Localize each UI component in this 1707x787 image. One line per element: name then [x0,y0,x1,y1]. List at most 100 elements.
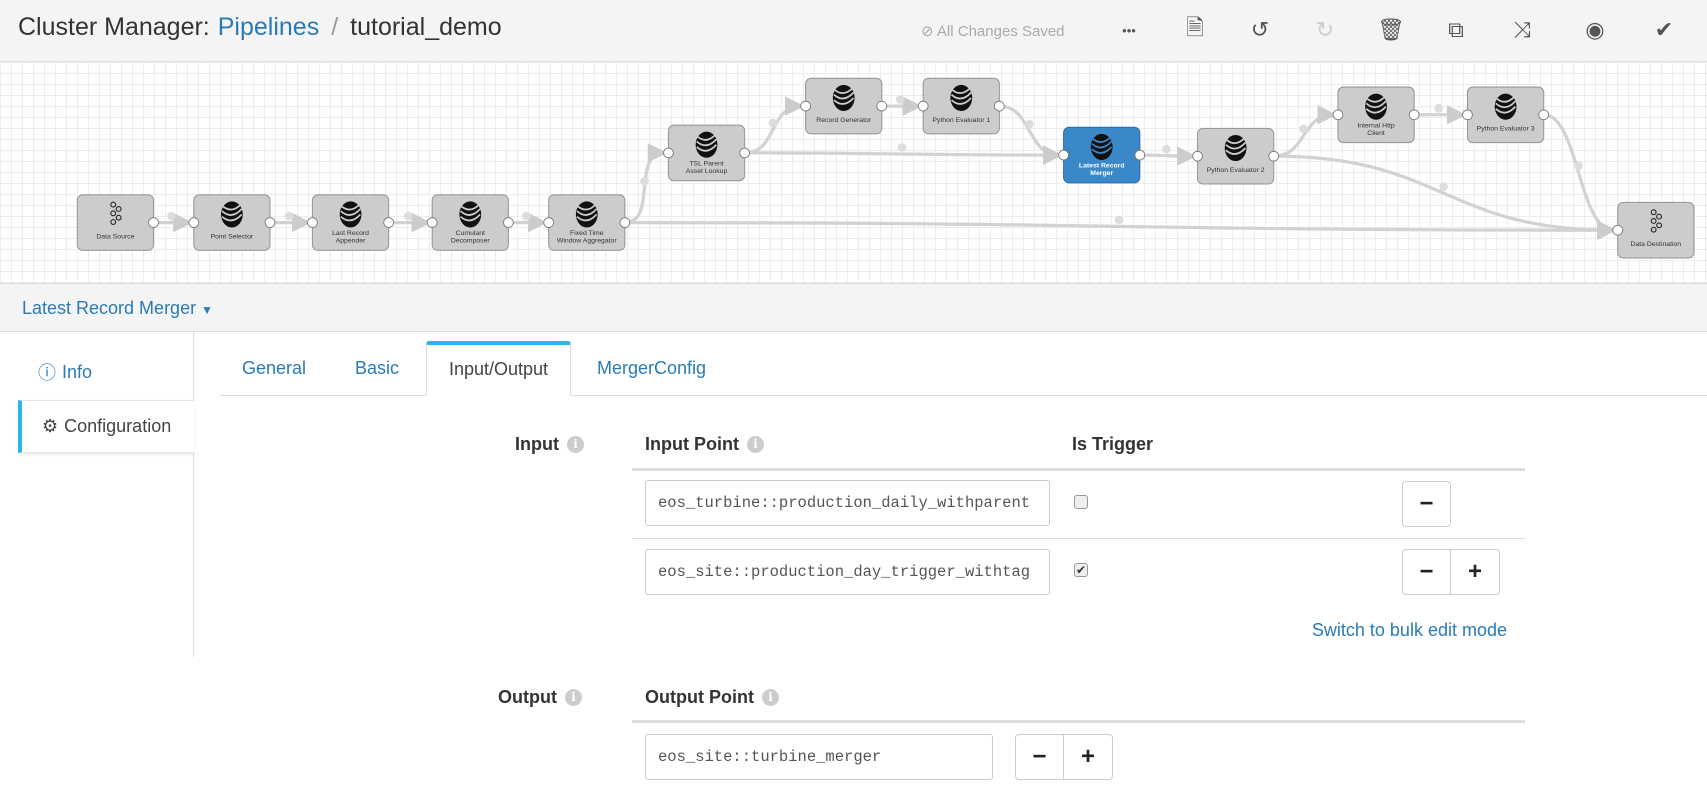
pipeline-edge[interactable] [1273,105,1337,158]
output-port[interactable] [148,217,159,228]
edge-badge-icon [1574,161,1583,171]
document-button[interactable]: 🗎 [1179,14,1211,46]
pipeline-edge[interactable] [1139,146,1197,166]
pipeline-graph[interactable]: Data Source Point Selector Last Record Appe… [0,62,1707,283]
side-tabs: ⓘ Info ⚙ Configuration [0,332,194,657]
tab-input-output[interactable]: Input/Output [426,341,571,396]
side-tab-info[interactable]: ⓘ Info [18,352,194,392]
edge-badge-icon [897,143,907,152]
pipeline-node[interactable]: Point Selector [188,194,276,251]
pipeline-canvas[interactable]: Data Source Point Selector Last Record Appe… [0,62,1707,283]
edge-badge-icon [895,95,905,104]
pipeline-node[interactable]: TSL Parent Asset Lookup [663,124,750,182]
input-port[interactable] [307,217,318,228]
breadcrumb-separator: / [331,13,339,41]
input-point-field[interactable]: eos_turbine::production_daily_withparent [645,480,1050,526]
input-port[interactable] [1332,109,1344,121]
undo-button[interactable]: ↺ [1244,14,1276,46]
pipeline-node[interactable]: Last Record Appender [307,194,394,251]
gear-icon: ⚙ [42,416,59,436]
info-icon[interactable]: i [566,436,584,453]
input-port[interactable] [1192,150,1203,162]
output-label-text: Output [498,687,557,707]
add-row-button[interactable]: + [1451,549,1500,595]
input-port[interactable] [663,147,674,159]
check-circle-icon: ✔ [1654,17,1674,42]
trash-button[interactable]: 🗑 [1375,14,1407,46]
processor-icon [220,201,243,228]
pipeline-edge[interactable] [624,143,668,225]
config-tabs: General Basic Input/Output MergerConfig [220,341,1707,396]
add-row-button[interactable]: + [1064,734,1113,780]
input-point-field[interactable]: eos_site::production_day_trigger_withtag [645,549,1050,595]
pipeline-node[interactable]: Python Evaluator 3 [1462,86,1550,144]
row-buttons: − + [1015,734,1113,780]
output-port[interactable] [739,147,750,159]
eye-button[interactable]: ◉ [1579,14,1611,46]
pipeline-edge[interactable] [999,104,1063,165]
output-port[interactable] [876,100,888,112]
bulk-edit-link[interactable]: Switch to bulk edit mode [1312,620,1507,641]
output-header-divider [632,720,1525,723]
remove-row-button[interactable]: − [1402,481,1451,527]
input-port[interactable] [1462,109,1473,121]
output-point-field[interactable]: eos_site::turbine_merger [645,734,993,780]
output-port[interactable] [383,217,394,228]
ellipsis-button[interactable]: ••• [1113,14,1145,46]
output-port[interactable] [1268,150,1280,162]
input-port[interactable] [543,217,555,228]
pipeline-node[interactable]: Data Destination [1612,201,1695,259]
output-port[interactable] [264,217,276,228]
pipeline-node[interactable]: Cumulant Decomposer [426,194,514,251]
input-port[interactable] [800,100,811,112]
pipeline-node[interactable]: Fixed Time Window Aggregator [543,194,631,251]
check-circle-button[interactable]: ✔ [1648,14,1680,46]
pipeline-edge[interactable] [744,96,805,155]
tab-basic[interactable]: Basic [355,341,399,396]
info-icon[interactable]: i [746,436,764,453]
pipeline-node[interactable]: Python Evaluator 2 [1192,127,1280,185]
info-icon[interactable]: i [564,689,582,706]
pipeline-node[interactable]: Latest Record Merger [1058,126,1146,184]
output-port[interactable] [994,100,1005,112]
row-buttons: − + [1402,549,1500,595]
remove-row-button[interactable]: − [1015,734,1064,780]
is-trigger-checkbox[interactable] [1074,495,1088,509]
redo-button[interactable]: ↻ [1309,14,1341,46]
pipeline-edge[interactable] [1543,113,1617,240]
is-trigger-checkbox[interactable]: ✔ [1074,563,1088,577]
tab-merger-config[interactable]: MergerConfig [597,341,706,396]
edge-badge-icon [1299,124,1309,134]
pipeline-edge[interactable] [1273,154,1617,240]
input-port[interactable] [1612,224,1624,236]
input-port[interactable] [1058,149,1069,161]
pipeline-node[interactable]: Record Generator [800,77,888,135]
breadcrumb-pipelines-link[interactable]: Pipelines [218,13,319,41]
input-port[interactable] [426,217,438,228]
output-port[interactable] [1134,149,1146,161]
output-port[interactable] [503,217,514,228]
side-tab-configuration[interactable]: ⚙ Configuration [18,400,194,453]
save-status: ⊘ All Changes Saved [921,22,1065,40]
output-port[interactable] [1408,109,1420,121]
pipeline-edge[interactable] [744,145,1063,165]
output-section-label: Output i [498,687,582,708]
processor-icon [339,201,362,228]
input-port[interactable] [188,217,200,228]
processor-icon [1090,133,1113,160]
edge-badge-icon [284,211,294,221]
save-status-text: All Changes Saved [936,23,1065,40]
edge-badge-icon [1024,119,1034,129]
pipeline-node[interactable]: Data Source [76,194,159,251]
copy-button[interactable]: ⧉ [1440,14,1472,46]
input-port[interactable] [917,100,929,112]
info-icon[interactable]: i [761,689,779,706]
stage-selector-dropdown[interactable]: Latest Record Merger ▼ [22,298,213,319]
pipeline-node[interactable]: Python Evaluator 1 [917,77,1005,135]
pipeline-node[interactable]: Internal Http Client [1332,86,1420,144]
shuffle-button[interactable]: ⤨ [1506,14,1538,46]
output-port[interactable] [619,217,631,228]
tab-general[interactable]: General [242,341,306,396]
remove-row-button[interactable]: − [1402,549,1451,595]
output-port[interactable] [1538,109,1550,121]
